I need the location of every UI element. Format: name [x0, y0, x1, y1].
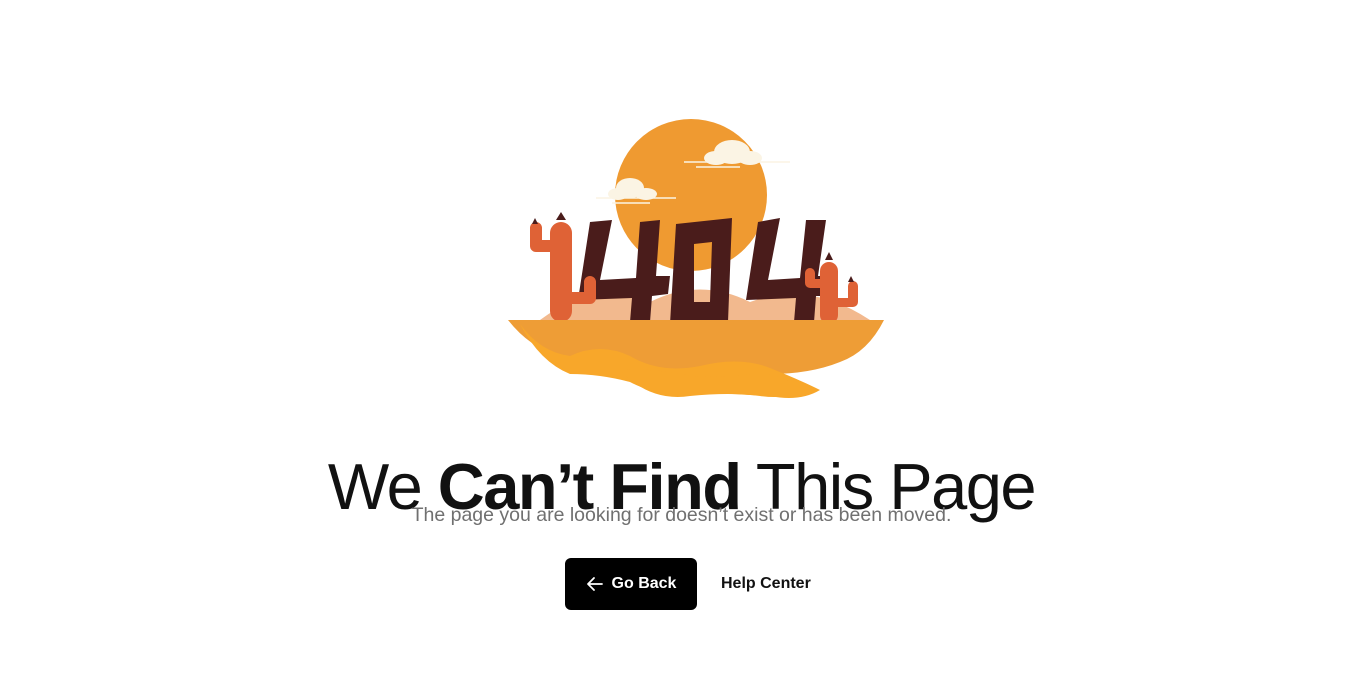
- not-found-page: We Can’t Find This Page The page you are…: [0, 0, 1363, 687]
- go-back-button[interactable]: Go Back: [565, 558, 697, 610]
- help-center-link[interactable]: Help Center: [721, 575, 811, 593]
- desert-404-illustration: [500, 112, 892, 400]
- arrow-left-icon: [586, 575, 604, 593]
- action-buttons: Go Back Help Center: [565, 558, 811, 610]
- go-back-label: Go Back: [611, 575, 677, 592]
- page-subtitle: The page you are looking for doesn’t exi…: [411, 503, 952, 526]
